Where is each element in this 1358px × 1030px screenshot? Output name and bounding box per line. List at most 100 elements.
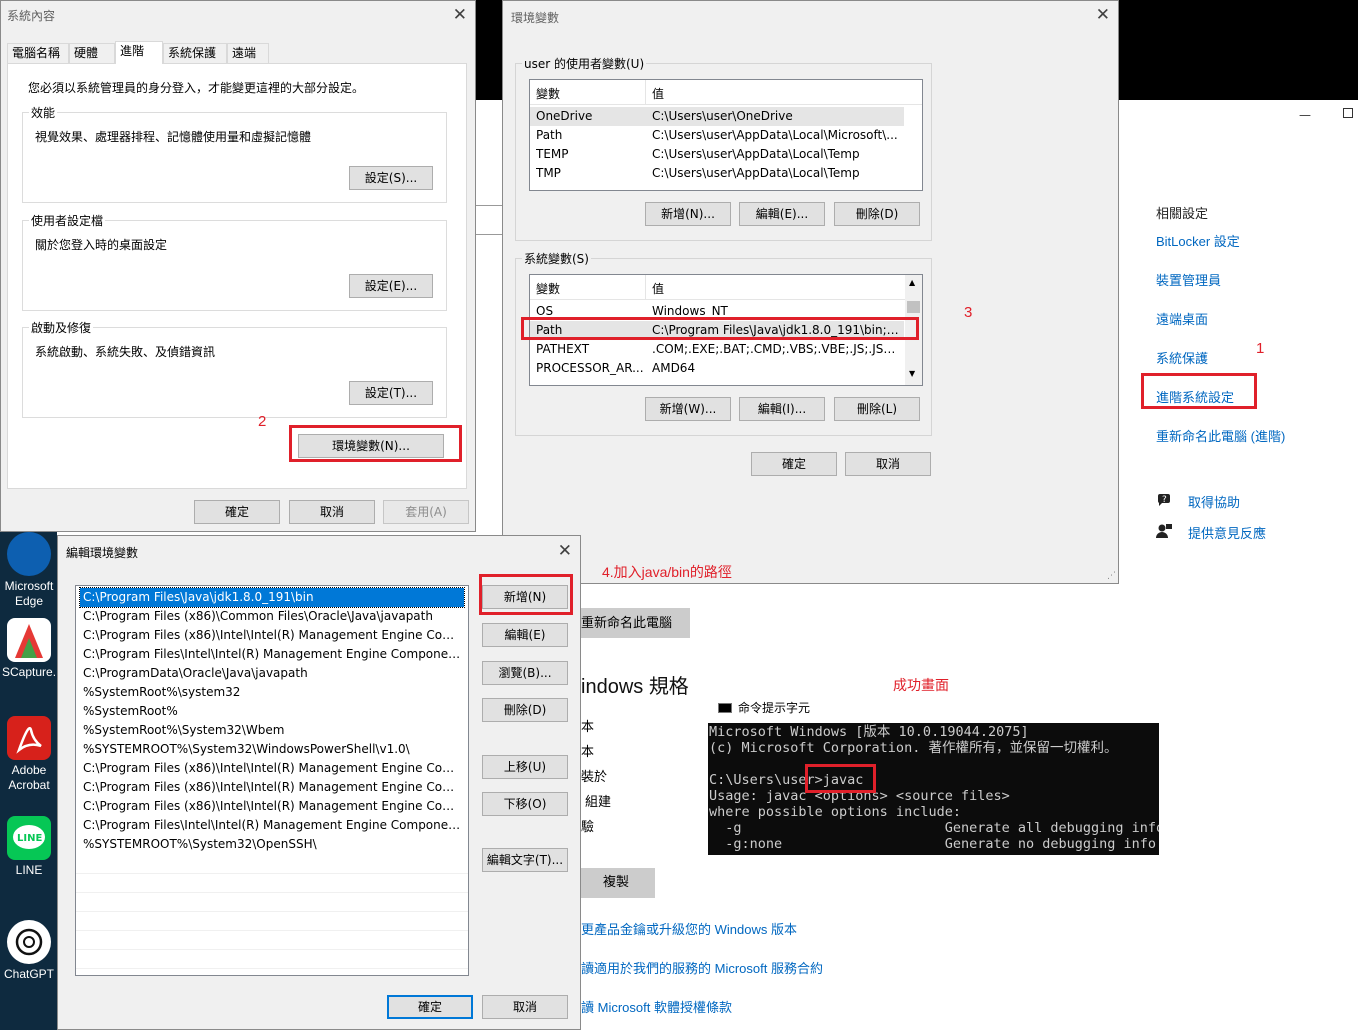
list-item[interactable]: Path C:\Users\user\AppData\Local\Microsof… — [530, 126, 904, 145]
desktop-icon-scapture[interactable]: SCapture... — [2, 618, 63, 680]
list-item[interactable]: PROCESSOR_AR... AMD64 — [530, 359, 904, 378]
path-entries-list[interactable]: C:\Program Files\Java\jdk1.8.0_191\bin C… — [75, 585, 469, 976]
advanced-system-settings-link[interactable]: 進階系統設定 — [1156, 387, 1234, 406]
list-item[interactable]: OneDrive C:\Users\user\OneDrive — [530, 107, 904, 126]
system-delete-button[interactable]: 刪除(L) — [834, 397, 920, 421]
move-down-button[interactable]: 下移(O) — [482, 792, 568, 816]
tab-computer-name[interactable]: 電腦名稱 — [7, 43, 69, 63]
scroll-thumb[interactable] — [907, 301, 920, 313]
command-prompt-window: 命令提示字元 Microsoft Windows [版本 10.0.19044.… — [708, 695, 1159, 855]
list-item[interactable]: C:\Program Files (x86)\Intel\Intel(R) Ma… — [80, 759, 464, 778]
tab-system-protection[interactable]: 系統保護 — [163, 43, 227, 63]
list-item[interactable]: C:\Program Files (x86)\Common Files\Orac… — [80, 607, 464, 626]
column-value: 值 — [652, 87, 665, 101]
copy-button[interactable]: 複製 — [577, 868, 655, 898]
list-item[interactable]: %SYSTEMROOT%\System32\WindowsPowerShell\… — [80, 740, 464, 759]
help-icon: ? — [1156, 492, 1172, 506]
system-properties-dialog: 系統內容 ✕ 電腦名稱 硬體 進階 系統保護 遠端 您必須以系統管理員的身分登入… — [0, 0, 476, 532]
svg-text:LINE: LINE — [17, 833, 42, 844]
user-variables-group: user 的使用者變數(U) 變數 值 OneDrive C:\Users\use… — [515, 55, 932, 241]
services-agreement-link[interactable]: 讀適用於我們的服務的 Microsoft 服務合約 — [581, 958, 823, 977]
resize-grip-icon[interactable]: ⋰ — [1107, 571, 1116, 581]
change-product-key-link[interactable]: 更產品金鑰或升級您的 Windows 版本 — [581, 919, 797, 938]
empty-row[interactable] — [76, 930, 468, 950]
user-new-button[interactable]: 新增(N)... — [645, 202, 731, 226]
edit-text-button[interactable]: 編輯文字(T)... — [482, 848, 568, 872]
scroll-down-icon[interactable]: ▼ — [909, 369, 915, 378]
system-variables-list[interactable]: 變數 值 OS Windows_NT Path C:\Program Files\J… — [529, 274, 923, 386]
rename-pc-button[interactable]: 重新命名此電腦 — [577, 608, 690, 638]
desktop-icons-strip: Microsoft Edge SCapture... Adobe Acrobat… — [0, 530, 63, 1030]
tab-advanced[interactable]: 進階 — [115, 41, 163, 64]
list-item[interactable]: C:\Program Files (x86)\Intel\Intel(R) Ma… — [80, 797, 464, 816]
desktop-icon-edge[interactable]: Microsoft Edge — [2, 532, 56, 609]
feedback-link[interactable]: 提供意見反應 — [1188, 523, 1266, 542]
empty-row[interactable] — [76, 873, 468, 893]
bitlocker-link[interactable]: BitLocker 設定 — [1156, 231, 1240, 250]
performance-settings-button[interactable]: 設定(S)... — [349, 166, 433, 190]
close-icon[interactable]: ✕ — [453, 3, 467, 27]
empty-row[interactable] — [76, 949, 468, 969]
list-item[interactable]: %SYSTEMROOT%\System32\OpenSSH\ — [80, 835, 464, 854]
edit-browse-button[interactable]: 瀏覽(B)... — [482, 661, 568, 685]
acrobat-icon — [7, 716, 51, 760]
maximize-icon[interactable] — [1343, 108, 1353, 118]
list-item[interactable]: C:\Program Files (x86)\Intel\Intel(R) Ma… — [80, 778, 464, 797]
list-item[interactable]: C:\Program Files\Intel\Intel(R) Manageme… — [80, 645, 464, 664]
list-item[interactable]: Path C:\Program Files\Java\jdk1.8.0_191\b… — [530, 321, 904, 340]
list-item[interactable]: TEMP C:\Users\user\AppData\Local\Temp — [530, 145, 904, 164]
user-profile-settings-button[interactable]: 設定(E)... — [349, 274, 433, 298]
ok-button[interactable]: 確定 — [751, 452, 837, 476]
user-variables-list[interactable]: 變數 值 OneDrive C:\Users\user\OneDrive Path… — [529, 79, 923, 191]
list-item[interactable]: C:\Program Files (x86)\Intel\Intel(R) Ma… — [80, 626, 464, 645]
cancel-button[interactable]: 取消 — [289, 500, 375, 524]
list-item[interactable]: C:\Program Files\Java\jdk1.8.0_191\bin — [79, 587, 465, 608]
move-up-button[interactable]: 上移(U) — [482, 755, 568, 779]
tab-remote[interactable]: 遠端 — [227, 43, 269, 63]
empty-row[interactable] — [76, 892, 468, 912]
system-new-button[interactable]: 新增(W)... — [645, 397, 731, 421]
device-manager-link[interactable]: 裝置管理員 — [1156, 270, 1221, 289]
rename-pc-advanced-link[interactable]: 重新命名此電腦 (進階) — [1156, 426, 1285, 445]
list-item[interactable]: PATHEXT .COM;.EXE;.BAT;.CMD;.VBS;.VBE;.JS… — [530, 340, 904, 359]
get-help-link[interactable]: 取得協助 — [1188, 492, 1240, 511]
close-icon[interactable]: ✕ — [558, 539, 572, 563]
list-item[interactable]: OS Windows_NT — [530, 302, 904, 321]
desktop-icon-chatgpt[interactable]: ChatGPT — [2, 920, 56, 982]
apply-button[interactable]: 套用(A) — [383, 500, 469, 524]
cancel-button[interactable]: 取消 — [845, 452, 931, 476]
related-settings-title: 相關設定 — [1156, 206, 1209, 221]
scroll-up-icon[interactable]: ▲ — [909, 278, 915, 287]
list-item[interactable]: C:\Program Files\Intel\Intel(R) Manageme… — [80, 816, 464, 835]
user-edit-button[interactable]: 編輯(E)... — [739, 202, 825, 226]
chatgpt-icon — [7, 920, 51, 964]
list-item[interactable]: C:\ProgramData\Oracle\Java\javapath — [80, 664, 464, 683]
system-edit-button[interactable]: 編輯(I)... — [739, 397, 825, 421]
cancel-button[interactable]: 取消 — [482, 995, 568, 1019]
empty-row[interactable] — [76, 911, 468, 931]
user-delete-button[interactable]: 刪除(D) — [834, 202, 920, 226]
empty-row[interactable] — [76, 854, 468, 874]
desktop-icon-line[interactable]: LINE LINE — [2, 816, 56, 878]
list-item[interactable]: %SystemRoot%\system32 — [80, 683, 464, 702]
cmd-line: (c) Microsoft Corporation. 著作權所有，並保留一切權利… — [709, 740, 1118, 756]
list-item[interactable]: %SystemRoot%\System32\Wbem — [80, 721, 464, 740]
system-protection-link[interactable]: 系統保護 — [1156, 348, 1208, 367]
system-variables-scrollbar[interactable]: ▲ ▼ — [905, 275, 922, 385]
edit-edit-button[interactable]: 編輯(E) — [482, 623, 568, 647]
close-icon[interactable]: ✕ — [1096, 3, 1110, 27]
edit-new-button[interactable]: 新增(N) — [482, 585, 568, 609]
tab-hardware[interactable]: 硬體 — [69, 43, 115, 63]
ok-button[interactable]: 確定 — [387, 995, 473, 1019]
minimize-icon[interactable]: — — [1299, 108, 1311, 122]
edit-delete-button[interactable]: 刪除(D) — [482, 698, 568, 722]
remote-desktop-link[interactable]: 遠端桌面 — [1156, 309, 1208, 328]
environment-variables-button[interactable]: 環境變數(N)... — [298, 434, 444, 458]
desktop-icon-acrobat[interactable]: Adobe Acrobat — [2, 716, 56, 793]
ok-button[interactable]: 確定 — [194, 500, 280, 524]
list-item[interactable]: TMP C:\Users\user\AppData\Local\Temp — [530, 164, 904, 183]
tab-panel: 您必須以系統管理員的身分登入，才能變更這裡的大部分設定。 效能 視覺效果、處理器… — [7, 63, 467, 489]
license-terms-link[interactable]: 讀 Microsoft 軟體授權條款 — [581, 997, 732, 1016]
startup-recovery-settings-button[interactable]: 設定(T)... — [349, 381, 433, 405]
list-item[interactable]: %SystemRoot% — [80, 702, 464, 721]
